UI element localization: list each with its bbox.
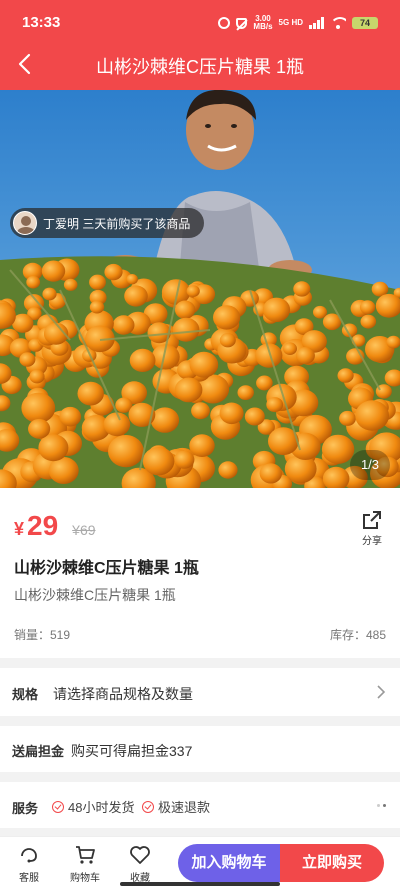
buy-now-button[interactable]: 立即购买: [280, 844, 384, 882]
share-label: 分享: [362, 536, 382, 547]
cart-label: 购物车: [70, 873, 100, 884]
service-row[interactable]: 服务 48小时发货 极速退款: [0, 782, 400, 828]
mute-icon: [236, 17, 248, 29]
bonus-label: 送扁担金: [12, 744, 65, 759]
cart-icon: [76, 846, 95, 864]
top-bar: 13:33 3.00 MB/s 5G HD 74 山彬沙棘维C压片糖果 1瓶: [0, 0, 400, 90]
bonus-row: 送扁担金 购买可得扁担金337: [0, 726, 400, 772]
signal-icon: [309, 17, 324, 29]
home-indicator: [120, 882, 280, 886]
status-time: 13:33: [22, 14, 61, 31]
chevron-left-icon: [18, 53, 31, 75]
check-circle-icon: [142, 800, 154, 813]
customer-service-button[interactable]: 客服: [9, 844, 49, 884]
purchase-buttons: 加入购物车 立即购买: [178, 844, 384, 882]
sales-count: 销量：519: [14, 628, 71, 642]
cart-button[interactable]: 购物车: [65, 844, 105, 884]
recent-buyer-text: 丁爱明 三天前购买了该商品: [43, 216, 191, 231]
alarm-icon: [218, 17, 231, 29]
share-button[interactable]: 分享: [360, 510, 384, 547]
service-item-text: 48小时发货: [68, 800, 135, 815]
product-info: ¥ 29 ¥69 分享 山彬沙棘维C压片糖果 1瓶 山彬沙棘维C压片糖果 1瓶 …: [0, 488, 400, 658]
service-item-text: 极速退款: [158, 800, 211, 815]
status-bar: 13:33 3.00 MB/s 5G HD 74: [0, 0, 400, 44]
network-type: 5G HD: [278, 18, 303, 27]
spec-prompt: 请选择商品规格及数量: [53, 686, 193, 702]
recent-buyer-badge: 丁爱明 三天前购买了该商品: [10, 208, 205, 238]
product-title: 山彬沙棘维C压片糖果 1瓶: [14, 560, 199, 577]
current-price: 29: [27, 510, 59, 541]
service-label: 服务: [12, 801, 39, 816]
favorite-button[interactable]: 收藏: [120, 844, 160, 884]
chevron-right-icon: [377, 685, 386, 699]
gallery-pager: 1/3: [350, 450, 390, 480]
original-price: ¥69: [72, 522, 96, 538]
avatar: [13, 211, 37, 235]
add-to-cart-button[interactable]: 加入购物车: [178, 844, 280, 882]
stock-count: 库存：485: [329, 628, 386, 642]
service-item-shipping: 48小时发货: [52, 797, 134, 816]
share-icon: [363, 511, 381, 529]
spec-label: 规格: [12, 687, 39, 702]
network-speed-unit: MB/s: [253, 22, 273, 31]
heart-icon: [130, 846, 150, 864]
service-item-refund: 极速退款: [142, 797, 210, 816]
check-circle-icon: [52, 800, 64, 813]
wifi-icon: [330, 17, 346, 29]
battery-icon: 74: [352, 17, 378, 29]
bonus-text: 购买可得扁担金337: [71, 743, 193, 759]
network-speed: 3.00 MB/s: [253, 15, 272, 31]
status-icons: 3.00 MB/s 5G HD 74: [218, 15, 378, 31]
more-dots-icon: [377, 804, 386, 807]
customer-service-label: 客服: [19, 873, 39, 884]
spec-selector[interactable]: 规格 请选择商品规格及数量: [0, 668, 400, 716]
product-subtitle: 山彬沙棘维C压片糖果 1瓶: [14, 587, 176, 603]
product-gallery[interactable]: 丁爱明 三天前购买了该商品 1/3: [0, 90, 400, 488]
price-block: ¥ 29 ¥69: [14, 510, 96, 542]
product-photo: [0, 90, 400, 488]
page-title: 山彬沙棘维C压片糖果 1瓶: [95, 57, 304, 77]
customer-service-icon: [21, 848, 37, 863]
currency-symbol: ¥: [14, 519, 25, 539]
back-button[interactable]: [14, 52, 38, 76]
